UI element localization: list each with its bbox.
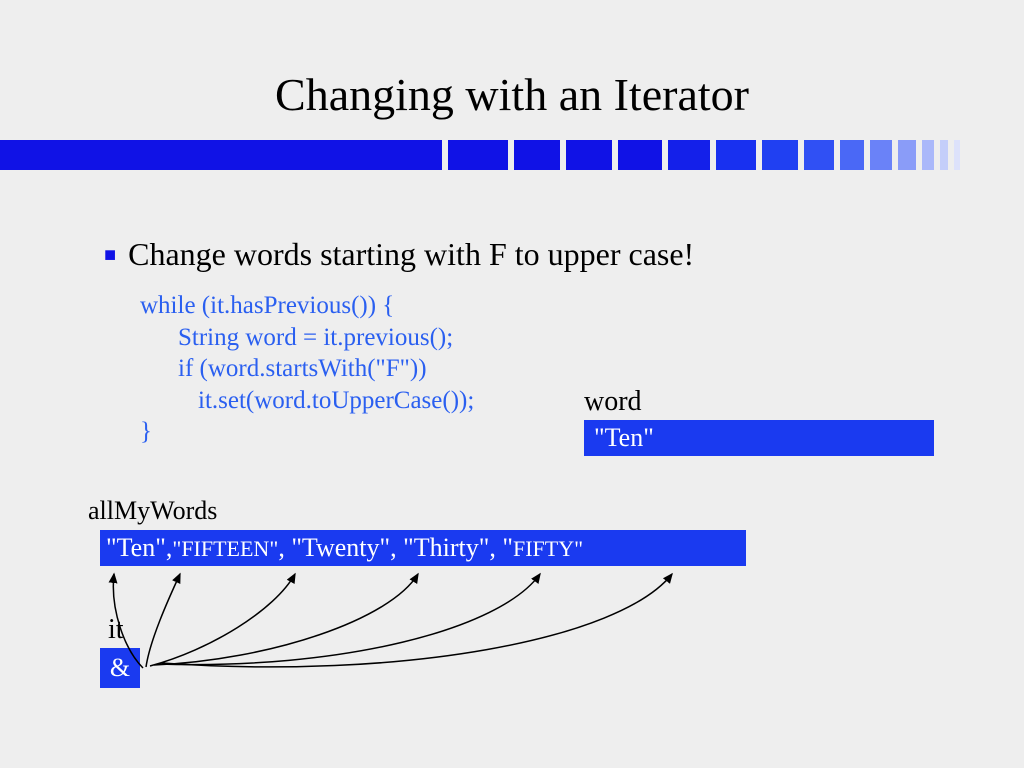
list-item: "FIFTEEN" [172,536,278,561]
code-line: String word = it.previous(); [140,322,474,354]
iterator-label: it [108,614,124,646]
decor-segment [954,140,960,170]
decor-bar [0,140,1024,170]
bullet-marker-icon: ■ [104,244,116,267]
iterator-box: & [100,648,140,688]
code-block: while (it.hasPrevious()) { String word =… [140,290,474,448]
code-line: it.set(word.toUpperCase()); [140,385,474,417]
decor-segment [618,140,662,170]
decor-segment [940,140,948,170]
slide-title: Changing with an Iterator [0,68,1024,121]
decor-segment [668,140,710,170]
decor-segment [448,140,508,170]
list-variable-value: "Ten","FIFTEEN", "Twenty", "Thirty", "FI… [100,530,746,566]
decor-segment [804,140,834,170]
list-item: "Ten" [106,533,166,562]
code-line: if (word.startsWith("F")) [140,353,474,385]
slide: Changing with an Iterator ■ Change w [0,0,1024,768]
code-line: while (it.hasPrevious()) { [140,290,474,322]
bullet-row: ■ Change words starting with F to upper … [104,236,694,273]
decor-segment [870,140,892,170]
list-item: FIFTY" [513,536,583,561]
code-line: } [140,416,474,448]
decor-segment [566,140,612,170]
list-item: , "Twenty", "Thirty", [278,533,502,562]
decor-segment [922,140,934,170]
decor-segment [762,140,798,170]
word-variable-label: word [584,386,642,418]
list-item: " [502,533,513,562]
bullet-text: Change words starting with F to upper ca… [128,236,694,273]
decor-segment [514,140,560,170]
list-variable-label: allMyWords [88,496,217,526]
word-variable-value: "Ten" [584,420,934,456]
decor-segment [898,140,916,170]
decor-segment [840,140,864,170]
decor-segment [716,140,756,170]
decor-segment [0,140,442,170]
